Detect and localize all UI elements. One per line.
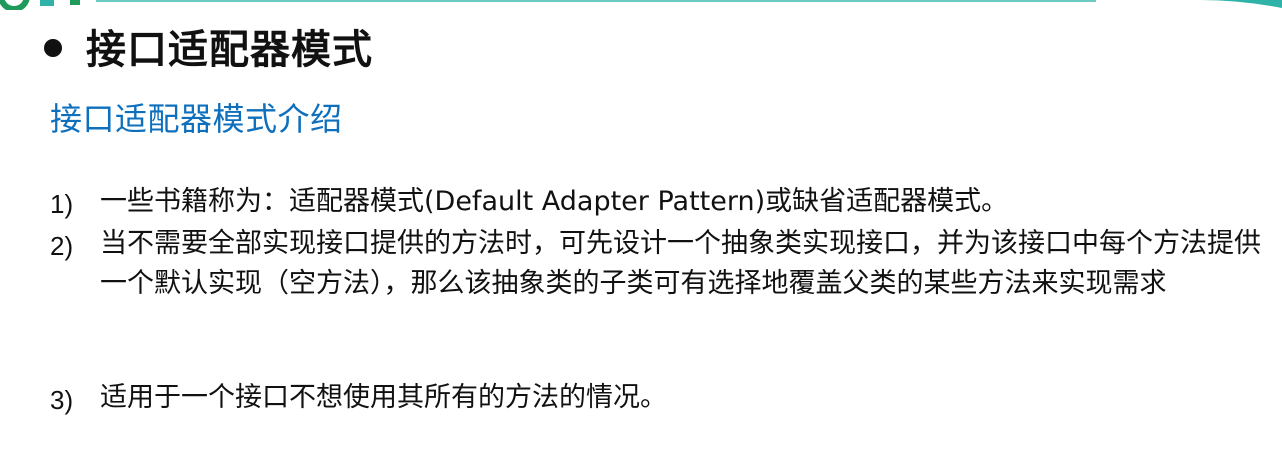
heading-text: 接口适配器模式 bbox=[86, 26, 373, 73]
decorative-band-graphic bbox=[0, 0, 1282, 10]
list-item-number: 1) bbox=[50, 189, 74, 219]
list-item-text: 当不需要全部实现接口提供的方法时，可先设计一个抽象类实现接口，并为该接口中每个方… bbox=[100, 228, 1261, 299]
decorative-block bbox=[70, 0, 80, 5]
decorative-top-band bbox=[0, 0, 1282, 10]
list-item-text: 一些书籍称为：适配器模式(Default Adapter Pattern)或缺省… bbox=[100, 186, 1009, 217]
list-item-2: 2) 当不需要全部实现接口提供的方法时，可先设计一个抽象类实现接口，并为该接口中… bbox=[50, 224, 1270, 304]
decorative-block bbox=[40, 0, 54, 6]
list-item-text: 适用于一个接口不想使用其所有的方法的情况。 bbox=[100, 382, 667, 413]
list-item-1: 1) 一些书籍称为：适配器模式(Default Adapter Pattern)… bbox=[50, 182, 1270, 224]
list-item-3: 3) 适用于一个接口不想使用其所有的方法的情况。 bbox=[50, 378, 1270, 420]
list-item-number: 2) bbox=[50, 231, 74, 261]
list-item-number: 3) bbox=[50, 385, 74, 415]
decorative-swoosh bbox=[1200, 0, 1282, 8]
decorative-line bbox=[96, 0, 1096, 2]
slide-subheading: 接口适配器模式介绍 bbox=[50, 100, 343, 138]
slide-heading: 接口适配器模式 bbox=[44, 18, 373, 74]
bullet-dot-icon bbox=[44, 39, 62, 57]
